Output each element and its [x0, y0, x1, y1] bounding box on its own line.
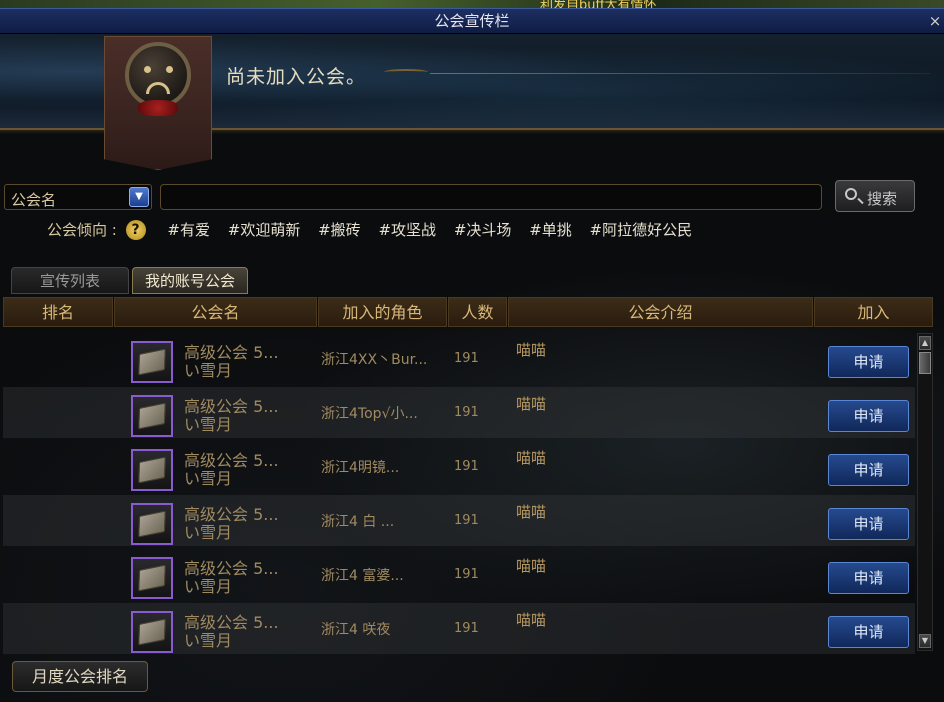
- table-row: 高级公会 5... い雪月 浙江4 富婆... 191 喵喵 申请: [3, 549, 915, 600]
- guild-owner: い雪月: [184, 469, 233, 488]
- sad-face-icon: [125, 42, 191, 108]
- search-button[interactable]: 搜索: [835, 180, 915, 212]
- divider: [430, 73, 930, 74]
- guild-book-icon: [131, 503, 173, 545]
- guild-intro: 喵喵: [516, 395, 547, 413]
- tag-item[interactable]: #决斗场: [454, 219, 512, 240]
- chevron-down-icon[interactable]: ▼: [129, 187, 149, 207]
- tag-item[interactable]: #有爱: [167, 219, 210, 240]
- header-guild-intro: 公会介绍: [508, 297, 813, 327]
- joined-character: 浙江4 白 ...: [321, 514, 395, 530]
- guild-book-icon: [131, 449, 173, 491]
- tab-my-account-guild[interactable]: 我的账号公会: [132, 267, 248, 294]
- apply-button[interactable]: 申请: [828, 346, 909, 378]
- tag-item[interactable]: #欢迎萌新: [228, 219, 301, 240]
- guild-intro: 喵喵: [516, 449, 547, 467]
- joined-character: 浙江4 富婆...: [321, 568, 404, 584]
- guild-book-icon: [131, 341, 173, 383]
- guild-status-text: 尚未加入公会。: [226, 66, 367, 88]
- guild-owner: い雪月: [184, 361, 233, 380]
- table-scrollbar[interactable]: ▲ ▼: [917, 333, 933, 651]
- joined-character: 浙江4Top√小...: [321, 406, 418, 422]
- joined-character: 浙江4 咲夜: [321, 622, 391, 638]
- scroll-up-icon[interactable]: ▲: [919, 336, 931, 350]
- member-count: 191: [454, 405, 479, 420]
- search-type-value: 公会名: [11, 191, 57, 209]
- guild-intro: 喵喵: [516, 611, 547, 629]
- header-joined-character: 加入的角色: [318, 297, 447, 327]
- red-cloth-decoration: [138, 100, 178, 116]
- joined-character: 浙江4明镜...: [321, 460, 400, 476]
- member-count: 191: [454, 513, 479, 528]
- table-row: 高级公会 5... い雪月 浙江4Top√小... 191 喵喵 申请: [3, 387, 915, 438]
- scroll-thumb[interactable]: [919, 352, 931, 374]
- guild-book-icon: [131, 395, 173, 437]
- member-count: 191: [454, 351, 479, 366]
- table-row: 高级公会 5... い雪月 浙江4明镜... 191 喵喵 申请: [3, 441, 915, 492]
- scroll-down-icon[interactable]: ▼: [919, 634, 931, 648]
- guild-intro: 喵喵: [516, 557, 547, 575]
- tendency-label: 公会倾向 :: [47, 221, 117, 239]
- ornament-icon: [384, 69, 428, 75]
- tab-promotion-list[interactable]: 宣传列表: [11, 267, 129, 294]
- apply-button[interactable]: 申请: [828, 508, 909, 540]
- table-row: 高级公会 5... い雪月 浙江4XX丶Bur... 191 喵喵 申请: [3, 333, 915, 384]
- help-icon[interactable]: ?: [125, 219, 146, 240]
- guild-book-icon: [131, 611, 173, 653]
- search-button-label: 搜索: [867, 190, 898, 208]
- search-type-select[interactable]: 公会名 ▼: [4, 184, 152, 210]
- search-row: 公会名 ▼ 搜索: [4, 180, 940, 212]
- member-count: 191: [454, 567, 479, 582]
- tag-item[interactable]: #阿拉德好公民: [590, 219, 693, 240]
- header-member-count: 人数: [448, 297, 507, 327]
- member-count: 191: [454, 621, 479, 636]
- guild-owner: い雪月: [184, 523, 233, 542]
- joined-character: 浙江4XX丶Bur...: [321, 352, 428, 368]
- search-input[interactable]: [160, 184, 822, 210]
- guild-intro: 喵喵: [516, 341, 547, 359]
- search-icon: [845, 188, 857, 200]
- guild-owner: い雪月: [184, 631, 233, 650]
- member-count: 191: [454, 459, 479, 474]
- guild-intro: 喵喵: [516, 503, 547, 521]
- header-guild-name: 公会名: [114, 297, 317, 327]
- table-header: 排名 公会名 加入的角色 人数 公会介绍 加入: [3, 297, 933, 327]
- apply-button[interactable]: 申请: [828, 454, 909, 486]
- apply-button[interactable]: 申请: [828, 400, 909, 432]
- guild-owner: い雪月: [184, 415, 233, 434]
- guild-book-icon: [131, 557, 173, 599]
- tag-item[interactable]: #搬砖: [318, 219, 361, 240]
- apply-button[interactable]: 申请: [828, 562, 909, 594]
- close-icon[interactable]: ×: [928, 11, 942, 31]
- monthly-guild-ranking-button[interactable]: 月度公会排名: [12, 661, 148, 692]
- table-row: 高级公会 5... い雪月 浙江4 白 ... 191 喵喵 申请: [3, 495, 915, 546]
- apply-button[interactable]: 申请: [828, 616, 909, 648]
- title-bar: 公会宣传栏 ×: [0, 8, 944, 34]
- table-row: 高级公会 5... い雪月 浙江4 咲夜 191 喵喵 申请: [3, 603, 915, 654]
- guild-tendency-tags: 公会倾向 : ? #有爱 #欢迎萌新 #搬砖 #攻坚战 #决斗场 #单挑 #阿拉…: [47, 219, 692, 241]
- background-strip: 利发自buff大有情怀: [0, 0, 944, 13]
- tag-item[interactable]: #单挑: [529, 219, 572, 240]
- header-rank: 排名: [3, 297, 113, 327]
- header-join: 加入: [814, 297, 933, 327]
- window-title: 公会宣传栏: [434, 12, 510, 30]
- tag-item[interactable]: #攻坚战: [378, 219, 436, 240]
- guild-owner: い雪月: [184, 577, 233, 596]
